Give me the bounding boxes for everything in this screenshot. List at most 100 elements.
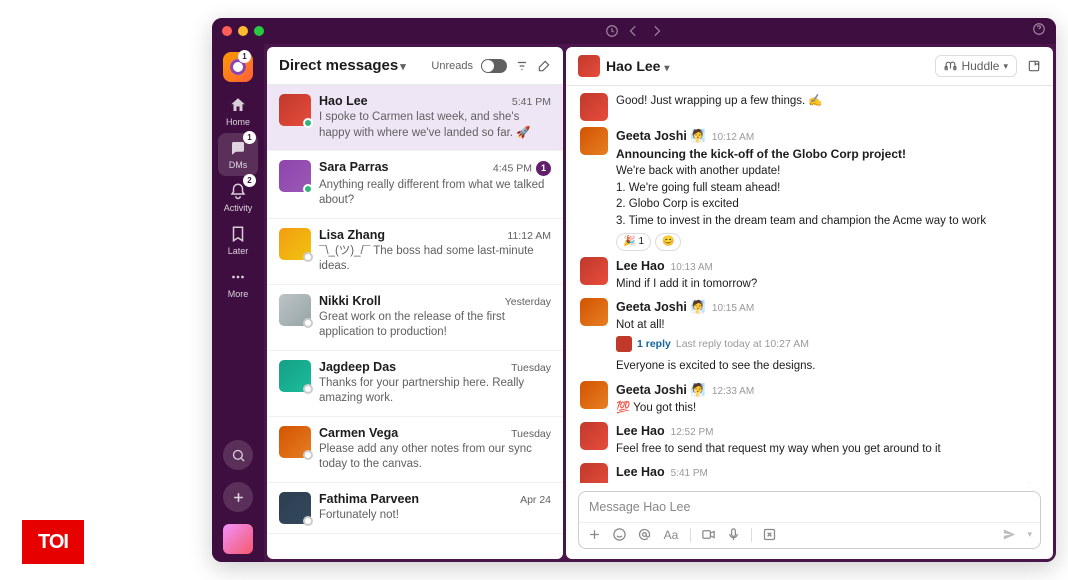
msg-text: I spoke to Carmen last week, and she's h… (616, 482, 1039, 483)
compose-icon[interactable] (537, 59, 551, 73)
chat-message: Lee Hao10:13 AMMind if I add it in tomor… (566, 254, 1053, 295)
dm-item[interactable]: Nikki KrollYesterdayGreat work on the re… (267, 285, 563, 351)
msg-avatar (580, 257, 608, 285)
maximize-window-button[interactable] (254, 26, 264, 36)
msg-text: 3. Time to invest in the dream team and … (616, 213, 1039, 230)
send-icon[interactable] (1002, 527, 1017, 542)
rail-more[interactable]: More (218, 262, 258, 305)
dm-time: Tuesday (511, 428, 551, 440)
presence-indicator (303, 450, 313, 460)
window-controls (222, 26, 264, 36)
nav-forward-icon[interactable] (649, 24, 663, 38)
workspace-logo[interactable]: 1 (223, 52, 253, 82)
msg-text: Good! Just wrapping up a few things. ✍️ (616, 93, 1039, 110)
dm-panel: Direct messages▾ Unreads Hao Lee 5:41 PM I… (267, 47, 563, 559)
dm-time: Tuesday (511, 362, 551, 374)
reaction[interactable]: 😊 (655, 233, 681, 252)
msg-time: 10:15 AM (712, 302, 754, 317)
history-icon[interactable] (605, 24, 619, 38)
dm-preview: Fortunately not! (319, 508, 551, 524)
dm-item[interactable]: Sara Parras4:45 PM1Anything really diffe… (267, 151, 563, 219)
dm-avatar (279, 94, 311, 126)
dm-item[interactable]: Lisa Zhang11:12 AM¯\_(ツ)_/¯ The boss had… (267, 219, 563, 285)
chat-header-name[interactable]: Hao Lee ▾ (606, 58, 669, 74)
unread-badge: 1 (536, 161, 551, 176)
rail-label: Home (226, 117, 250, 127)
huddle-button[interactable]: Huddle ▾ (935, 55, 1017, 77)
msg-avatar (580, 463, 608, 483)
self-avatar[interactable] (223, 524, 253, 554)
emoji-icon[interactable] (612, 527, 627, 542)
dm-name: Hao Lee (319, 94, 368, 108)
dm-name: Fathima Parveen (319, 492, 419, 506)
composer-input[interactable]: Message Hao Lee (579, 492, 1040, 522)
filter-icon[interactable] (515, 59, 529, 73)
close-window-button[interactable] (222, 26, 232, 36)
dm-panel-title[interactable]: Direct messages▾ (279, 57, 406, 74)
message-composer[interactable]: Message Hao Lee Aa ▾ (578, 491, 1041, 549)
msg-author: Lee Hao (616, 422, 665, 440)
rail-dms[interactable]: DMs 1 (218, 133, 258, 176)
msg-text: Everyone is excited to see the designs. (616, 358, 1039, 375)
thread-link[interactable]: 1 reply (637, 337, 671, 352)
msg-author: Geeta Joshi 🧖 (616, 381, 706, 399)
dm-preview: Anything really different from what we t… (319, 178, 551, 209)
dm-name: Nikki Kroll (319, 294, 381, 308)
rail-label: Later (228, 246, 249, 256)
rail-later[interactable]: Later (218, 219, 258, 262)
dm-item[interactable]: Carmen Vega Tuesday Please add any other n… (267, 417, 563, 483)
reaction[interactable]: 🎉1 (616, 233, 651, 252)
unreads-toggle[interactable] (481, 59, 507, 73)
presence-indicator (303, 184, 313, 194)
dm-preview: I spoke to Carmen last week, and she's h… (319, 110, 551, 141)
rail-label: DMs (229, 160, 248, 170)
dm-preview: ¯\_(ツ)_/¯ The boss had some last-minute … (319, 244, 551, 275)
left-rail: 1 Home DMs 1 Activity2 Later More (212, 44, 264, 562)
create-button[interactable] (223, 482, 253, 512)
msg-avatar (580, 381, 608, 409)
msg-avatar (580, 93, 608, 121)
video-icon[interactable] (701, 527, 716, 542)
dm-item[interactable]: Jagdeep DasTuesdayThanks for your partne… (267, 351, 563, 417)
msg-time: 12:52 PM (671, 426, 714, 441)
rail-home[interactable]: Home (218, 90, 258, 133)
dm-name: Sara Parras (319, 160, 389, 174)
presence-indicator (303, 252, 313, 262)
presence-indicator (303, 384, 313, 394)
later-icon (229, 225, 247, 243)
rail-badge: 1 (243, 131, 256, 144)
home-icon (229, 96, 247, 114)
chat-message: Geeta Joshi 🧖10:15 AMNot at all!1 replyL… (566, 295, 1053, 378)
dm-time: 11:12 AM (507, 230, 551, 242)
chat-message: Good! Just wrapping up a few things. ✍️ (566, 90, 1053, 124)
msg-author: Lee Hao (616, 257, 665, 275)
nav-back-icon[interactable] (627, 24, 641, 38)
mention-icon[interactable] (637, 527, 652, 542)
audio-icon[interactable] (726, 527, 741, 542)
format-icon[interactable]: Aa (662, 527, 680, 542)
unreads-label: Unreads (431, 60, 473, 72)
dm-preview: Please add any other notes from our sync… (319, 442, 551, 473)
presence-indicator (303, 318, 313, 328)
help-icon[interactable] (1032, 22, 1046, 36)
dm-time: 5:41 PM (512, 96, 551, 108)
attach-icon[interactable] (587, 527, 602, 542)
dm-item[interactable]: Fathima ParveenApr 24Fortunately not! (267, 483, 563, 534)
rail-label: More (228, 289, 249, 299)
chat-message: Geeta Joshi 🧖12:33 AM💯 You got this! (566, 378, 1053, 419)
minimize-window-button[interactable] (238, 26, 248, 36)
dm-item[interactable]: Hao Lee 5:41 PM I spoke to Carmen last wee… (267, 85, 563, 151)
rail-activity[interactable]: Activity2 (218, 176, 258, 219)
canvas-icon[interactable] (1027, 59, 1041, 73)
msg-time: 10:13 AM (671, 261, 713, 276)
chat-panel: Hao Lee ▾ Huddle ▾ Good! Just wrapping u… (566, 47, 1053, 559)
rail-badge: 2 (243, 174, 256, 187)
msg-text: 💯 You got this! (616, 400, 1039, 417)
search-button[interactable] (223, 440, 253, 470)
dm-avatar (279, 360, 311, 392)
shortcuts-icon[interactable] (762, 527, 777, 542)
chat-message: Geeta Joshi 🧖10:12 AMAnnouncing the kick… (566, 124, 1053, 254)
chat-message: Lee Hao12:52 PMFeel free to send that re… (566, 419, 1053, 460)
dm-name: Carmen Vega (319, 426, 398, 440)
msg-text: Not at all! (616, 317, 1039, 334)
